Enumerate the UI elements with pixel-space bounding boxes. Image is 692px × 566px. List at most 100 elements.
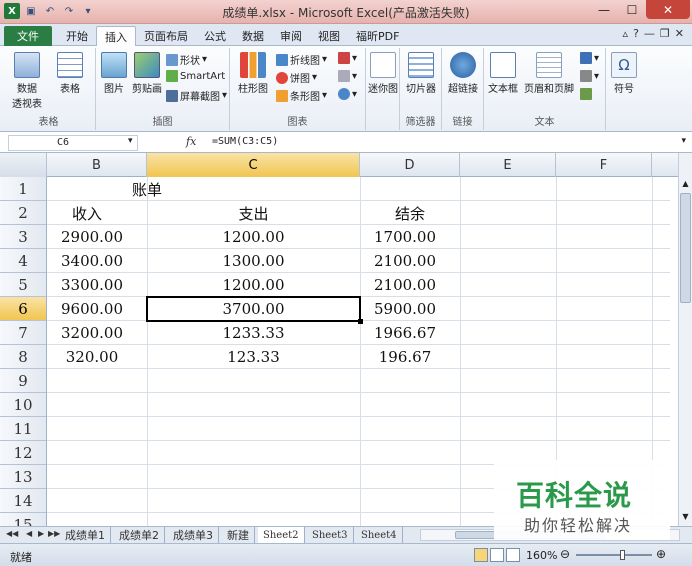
data-cell[interactable]: 3400.00 xyxy=(47,249,137,273)
sparkline-button[interactable]: 迷你图 xyxy=(366,52,400,95)
sheet-tab-1[interactable]: 成绩单1 xyxy=(60,527,111,543)
tab-insert[interactable]: 插入 xyxy=(96,26,136,46)
tab-data[interactable]: 数据 xyxy=(234,26,272,46)
data-cell[interactable]: 1200.00 xyxy=(147,225,360,249)
maximize-button[interactable]: ☐ xyxy=(618,0,646,19)
table-button[interactable]: 表格 xyxy=(52,52,88,95)
vertical-scroll-thumb[interactable] xyxy=(680,193,691,303)
signature-line-button[interactable]: ▾ xyxy=(580,70,599,82)
zoom-level[interactable]: 160% xyxy=(526,549,557,562)
normal-view-icon[interactable] xyxy=(474,548,488,562)
data-cell[interactable]: 196.67 xyxy=(360,345,450,369)
page-layout-view-icon[interactable] xyxy=(490,548,504,562)
column-header-f[interactable]: F xyxy=(556,153,652,177)
prev-sheet-icon[interactable]: ◀ xyxy=(26,529,32,538)
tab-view[interactable]: 视图 xyxy=(310,26,348,46)
select-all-corner[interactable] xyxy=(0,153,47,177)
data-cell[interactable]: 2100.00 xyxy=(360,273,450,297)
row-header[interactable]: 8 xyxy=(0,345,47,369)
tab-foxit-pdf[interactable]: 福昕PDF xyxy=(348,26,407,46)
data-cell[interactable]: 1200.00 xyxy=(147,273,360,297)
zoom-thumb[interactable] xyxy=(620,550,625,560)
first-sheet-icon[interactable]: ◀◀ xyxy=(6,529,18,538)
insert-function-icon[interactable]: fx xyxy=(186,135,196,148)
scroll-down-icon[interactable]: ▼ xyxy=(680,512,691,524)
sheet-tab-2[interactable]: 成绩单2 xyxy=(114,527,165,543)
row-header[interactable]: 6 xyxy=(0,297,47,321)
row-header[interactable]: 9 xyxy=(0,369,47,393)
cell-c2-expense-header[interactable]: 支出 xyxy=(147,201,360,225)
collapse-ribbon-icon[interactable]: ▵ xyxy=(623,27,629,40)
wordart-button[interactable]: ▾ xyxy=(580,52,599,64)
pivot-table-button[interactable]: 数据 透视表 xyxy=(8,52,46,110)
row-header[interactable]: 4 xyxy=(0,249,47,273)
sheet-tab-4[interactable]: 新建 xyxy=(222,527,255,543)
sheet-tab-3[interactable]: 成绩单3 xyxy=(168,527,219,543)
next-sheet-icon[interactable]: ▶ xyxy=(38,529,44,538)
row-header[interactable]: 13 xyxy=(0,465,47,489)
data-cell[interactable]: 123.33 xyxy=(147,345,360,369)
row-header[interactable]: 5 xyxy=(0,273,47,297)
row-header[interactable]: 11 xyxy=(0,417,47,441)
restore-workbook-icon[interactable]: ❐ xyxy=(660,27,670,40)
pie-chart-button[interactable]: 饼图 ▾ xyxy=(276,70,317,85)
cell-b1-title[interactable]: 账单 xyxy=(47,177,247,201)
textbox-button[interactable]: 文本框 xyxy=(486,52,520,95)
row-header[interactable]: 14 xyxy=(0,489,47,513)
row-header[interactable]: 2 xyxy=(0,201,47,225)
clipart-button[interactable]: 剪贴画 xyxy=(130,52,164,95)
area-chart-button[interactable]: ▾ xyxy=(338,52,357,64)
zoom-out-icon[interactable]: ⊖ xyxy=(560,547,570,561)
expand-formula-icon[interactable]: ▾ xyxy=(681,136,686,146)
last-sheet-icon[interactable]: ▶▶ xyxy=(48,529,60,538)
data-cell[interactable]: 9600.00 xyxy=(47,297,137,321)
vertical-scrollbar[interactable]: ▲ ▼ xyxy=(678,153,692,526)
object-button[interactable] xyxy=(580,88,592,100)
data-cell[interactable]: 1233.33 xyxy=(147,321,360,345)
smartart-button[interactable]: SmartArt xyxy=(166,70,225,82)
row-header[interactable]: 1 xyxy=(0,177,47,201)
column-chart-button[interactable]: 柱形图 xyxy=(236,52,270,95)
tab-file[interactable]: 文件 xyxy=(4,26,52,46)
active-cell-c6[interactable] xyxy=(146,296,363,324)
name-box-dropdown-icon[interactable]: ▾ xyxy=(128,136,133,146)
column-header-d[interactable]: D xyxy=(360,153,460,177)
screenshot-button[interactable]: 屏幕截图 ▾ xyxy=(166,88,227,103)
data-cell[interactable]: 2100.00 xyxy=(360,249,450,273)
formula-input[interactable]: =SUM(C3:C5) xyxy=(212,136,278,147)
zoom-in-icon[interactable]: ⊕ xyxy=(656,547,666,561)
minimize-button[interactable]: — xyxy=(590,0,618,19)
data-cell[interactable]: 3200.00 xyxy=(47,321,137,345)
picture-button[interactable]: 图片 xyxy=(98,52,130,95)
other-charts-button[interactable]: ▾ xyxy=(338,88,357,100)
row-header[interactable]: 3 xyxy=(0,225,47,249)
data-cell[interactable]: 3300.00 xyxy=(47,273,137,297)
scatter-chart-button[interactable]: ▾ xyxy=(338,70,357,82)
sheet-tab-sheet4[interactable]: Sheet4 xyxy=(356,527,403,543)
tab-page-layout[interactable]: 页面布局 xyxy=(136,26,196,46)
minimize-workbook-icon[interactable]: — xyxy=(644,27,655,40)
slicer-button[interactable]: 切片器 xyxy=(403,52,439,95)
shapes-button[interactable]: 形状 ▾ xyxy=(166,52,207,67)
row-header[interactable]: 7 xyxy=(0,321,47,345)
sheet-tab-sheet3[interactable]: Sheet3 xyxy=(307,527,354,543)
row-header[interactable]: 10 xyxy=(0,393,47,417)
data-cell[interactable]: 5900.00 xyxy=(360,297,450,321)
row-header[interactable]: 12 xyxy=(0,441,47,465)
column-header-b[interactable]: B xyxy=(47,153,147,177)
data-cell[interactable]: 2900.00 xyxy=(47,225,137,249)
row-header[interactable]: 15 xyxy=(0,513,47,526)
tab-formulas[interactable]: 公式 xyxy=(196,26,234,46)
tab-home[interactable]: 开始 xyxy=(58,26,96,46)
help-icon[interactable]: ? xyxy=(633,27,639,40)
hyperlink-button[interactable]: 超链接 xyxy=(445,52,481,95)
data-cell[interactable]: 1300.00 xyxy=(147,249,360,273)
fill-handle[interactable] xyxy=(358,319,363,324)
zoom-slider[interactable]: ⊖ ⊕ xyxy=(560,547,670,562)
sheet-tab-sheet2[interactable]: Sheet2 xyxy=(258,527,305,543)
cell-b2-income-header[interactable]: 收入 xyxy=(47,201,127,225)
cell-d2-balance-header[interactable]: 结余 xyxy=(360,201,460,225)
data-cell[interactable]: 320.00 xyxy=(47,345,137,369)
tab-review[interactable]: 审阅 xyxy=(272,26,310,46)
symbol-button[interactable]: Ω 符号 xyxy=(608,52,640,95)
